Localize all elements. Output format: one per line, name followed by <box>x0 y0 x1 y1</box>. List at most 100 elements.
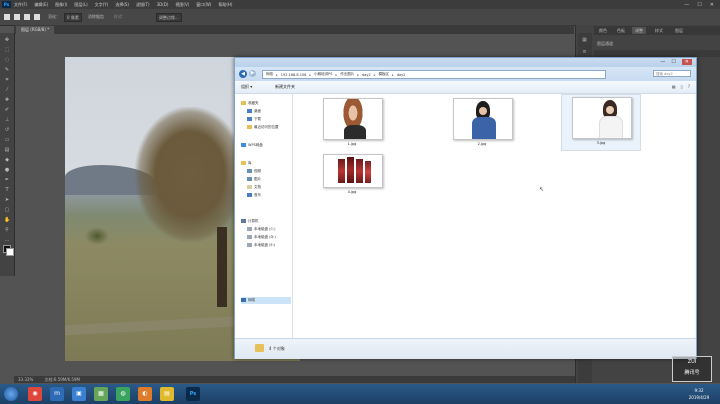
nav-downloads[interactable]: 下载 <box>247 116 261 122</box>
menu-window[interactable]: 窗口(W) <box>196 2 211 8</box>
nav-music[interactable]: 音乐 <box>247 192 261 198</box>
nav-drive-e[interactable]: 本地磁盘 (E:) <box>247 242 275 248</box>
file-item-4[interactable]: 4.jpg <box>313 152 391 207</box>
tab-color[interactable]: 颜色 <box>596 27 610 34</box>
lasso-tool-icon[interactable]: ◌ <box>4 57 10 63</box>
history-brush-icon[interactable]: ↺ <box>4 127 10 133</box>
taskbar-app-icon[interactable]: ▦ <box>94 387 108 401</box>
document-tab[interactable]: 图层 (RGB/8) * <box>16 26 55 34</box>
history-panel-icon[interactable]: ▦ <box>581 37 588 43</box>
breadcrumb-network[interactable]: 网络 <box>266 72 275 77</box>
tab-styles[interactable]: 样式 <box>652 27 666 34</box>
close-icon[interactable]: ✕ <box>710 2 714 8</box>
nav-drive-d[interactable]: 本地磁盘 (D:) <box>247 234 276 240</box>
pen-tool-icon[interactable]: ✒ <box>4 177 10 183</box>
feather-input[interactable]: 0 像素 <box>64 12 82 22</box>
organize-button[interactable]: 组织 ▾ <box>241 84 252 90</box>
more-tools-icon[interactable]: … <box>4 237 10 243</box>
start-button-icon[interactable] <box>4 387 18 401</box>
breadcrumb-template[interactable]: 模板区 <box>378 72 391 77</box>
search-input[interactable]: 搜索 day2 <box>653 70 691 77</box>
new-selection-icon[interactable] <box>14 14 20 20</box>
taskbar-app-icon[interactable]: ◍ <box>116 387 130 401</box>
nav-videos[interactable]: 视频 <box>247 168 261 174</box>
taskbar-app-icon[interactable]: ◉ <box>28 387 42 401</box>
move-tool-icon[interactable]: ✥ <box>4 37 10 43</box>
nav-computer[interactable]: 计算机 <box>241 218 259 224</box>
menu-layer[interactable]: 图层(L) <box>74 2 87 8</box>
address-bar[interactable]: 网络 ▸ 192.168.8.106 ▸ 小鹅培训PS ▸ 作业图片 ▸ day2 ▸ 模… <box>262 70 606 79</box>
subtract-selection-icon[interactable] <box>34 14 40 20</box>
menu-type[interactable]: 文字(Y) <box>95 2 109 8</box>
taskbar-folder-icon[interactable]: ▤ <box>160 387 174 401</box>
antialias-checkbox[interactable]: 消除锯齿 <box>88 14 104 20</box>
minimize-icon[interactable]: — <box>684 2 689 8</box>
type-tool-icon[interactable]: T <box>4 187 10 193</box>
breadcrumb-host[interactable]: 192.168.8.106 <box>281 73 309 77</box>
nav-favorites[interactable]: 收藏夹 <box>241 100 259 106</box>
shape-tool-icon[interactable]: ▢ <box>4 207 10 213</box>
file-item-2[interactable]: 2.jpg <box>443 96 521 151</box>
nav-libraries[interactable]: 库 <box>241 160 252 166</box>
nav-documents[interactable]: 文档 <box>247 184 261 190</box>
tab-layers[interactable]: 图层 <box>672 27 686 34</box>
taskbar-app-icon[interactable]: ▣ <box>72 387 86 401</box>
healing-tool-icon[interactable]: ✚ <box>4 97 10 103</box>
background-color-swatch[interactable] <box>6 248 14 256</box>
breadcrumb-day2[interactable]: day2 <box>362 73 373 77</box>
brush-tool-icon[interactable]: ✐ <box>4 107 10 113</box>
menu-image[interactable]: 图像(I) <box>55 2 67 8</box>
refine-edge-button[interactable]: 调整边缘... <box>155 12 182 22</box>
view-toggle-icon[interactable]: ▦ <box>672 84 676 89</box>
menu-select[interactable]: 选择(S) <box>115 2 129 8</box>
taskbar-photoshop-icon[interactable]: Ps <box>186 387 200 401</box>
nav-wps[interactable]: WPS网盘 <box>241 142 263 148</box>
blur-tool-icon[interactable]: ◆ <box>4 157 10 163</box>
menu-3d[interactable]: 3D(D) <box>157 2 169 7</box>
eraser-tool-icon[interactable]: ▭ <box>4 137 10 143</box>
add-selection-icon[interactable] <box>24 14 30 20</box>
back-arrow-icon[interactable]: ◀ <box>239 70 247 78</box>
forward-arrow-icon[interactable]: ▶ <box>249 70 256 77</box>
properties-panel-icon[interactable]: ≡ <box>581 49 588 55</box>
zoom-level[interactable]: 33.33% <box>18 377 33 382</box>
nav-recent[interactable]: 最近访问的位置 <box>247 124 279 130</box>
maximize-icon[interactable]: ☐ <box>671 59 675 65</box>
marquee-tool-icon[interactable] <box>4 14 10 20</box>
marquee-tool-icon[interactable]: ⬚ <box>4 47 10 53</box>
tab-adjustments[interactable]: 调整 <box>632 27 646 34</box>
nav-pictures[interactable]: 图片 <box>247 176 261 182</box>
new-folder-button[interactable]: 新建文件夹 <box>275 84 295 90</box>
quick-select-tool-icon[interactable]: ✎ <box>4 67 10 73</box>
stamp-tool-icon[interactable]: ⊥ <box>4 117 10 123</box>
menu-help[interactable]: 帮助(H) <box>218 2 232 8</box>
menu-view[interactable]: 视图(V) <box>175 2 189 8</box>
menu-edit[interactable]: 编辑(E) <box>34 2 48 8</box>
minimize-icon[interactable]: — <box>660 59 665 65</box>
menu-file[interactable]: 文件(F) <box>14 2 27 8</box>
preview-pane-icon[interactable]: ▯ <box>681 84 683 89</box>
taskbar-app-icon[interactable]: m <box>50 387 64 401</box>
nav-desktop[interactable]: 桌面 <box>247 108 261 114</box>
breadcrumb-homework[interactable]: 作业图片 <box>340 72 356 77</box>
file-item-1[interactable]: 1.jpg <box>313 96 391 151</box>
zoom-tool-icon[interactable]: ⚲ <box>4 227 10 233</box>
nav-drive-c[interactable]: 本地磁盘 (C:) <box>247 226 275 232</box>
taskbar-app-icon[interactable]: ◐ <box>138 387 152 401</box>
explorer-titlebar[interactable]: — ☐ ✕ <box>235 58 696 67</box>
breadcrumb-share[interactable]: 小鹅培训PS <box>314 72 334 77</box>
tray-clock[interactable]: 9:32 2019/4/29 <box>682 387 716 401</box>
nav-network[interactable]: 网络 <box>241 297 255 303</box>
close-icon[interactable]: ✕ <box>681 59 692 65</box>
breadcrumb-current[interactable]: day2 <box>397 73 408 77</box>
tab-swatches[interactable]: 色板 <box>614 27 628 34</box>
crop-tool-icon[interactable]: ⌗ <box>4 77 10 83</box>
hand-tool-icon[interactable]: ✋ <box>4 217 10 223</box>
path-select-icon[interactable]: ➤ <box>4 197 10 203</box>
dodge-tool-icon[interactable]: ● <box>4 167 10 173</box>
maximize-icon[interactable]: ☐ <box>697 2 701 8</box>
help-icon[interactable]: ? <box>688 84 690 89</box>
menu-filter[interactable]: 滤镜(T) <box>136 2 150 8</box>
eyedropper-tool-icon[interactable]: ⁄ <box>4 87 10 93</box>
file-item-3[interactable]: 3.jpg <box>561 94 641 151</box>
